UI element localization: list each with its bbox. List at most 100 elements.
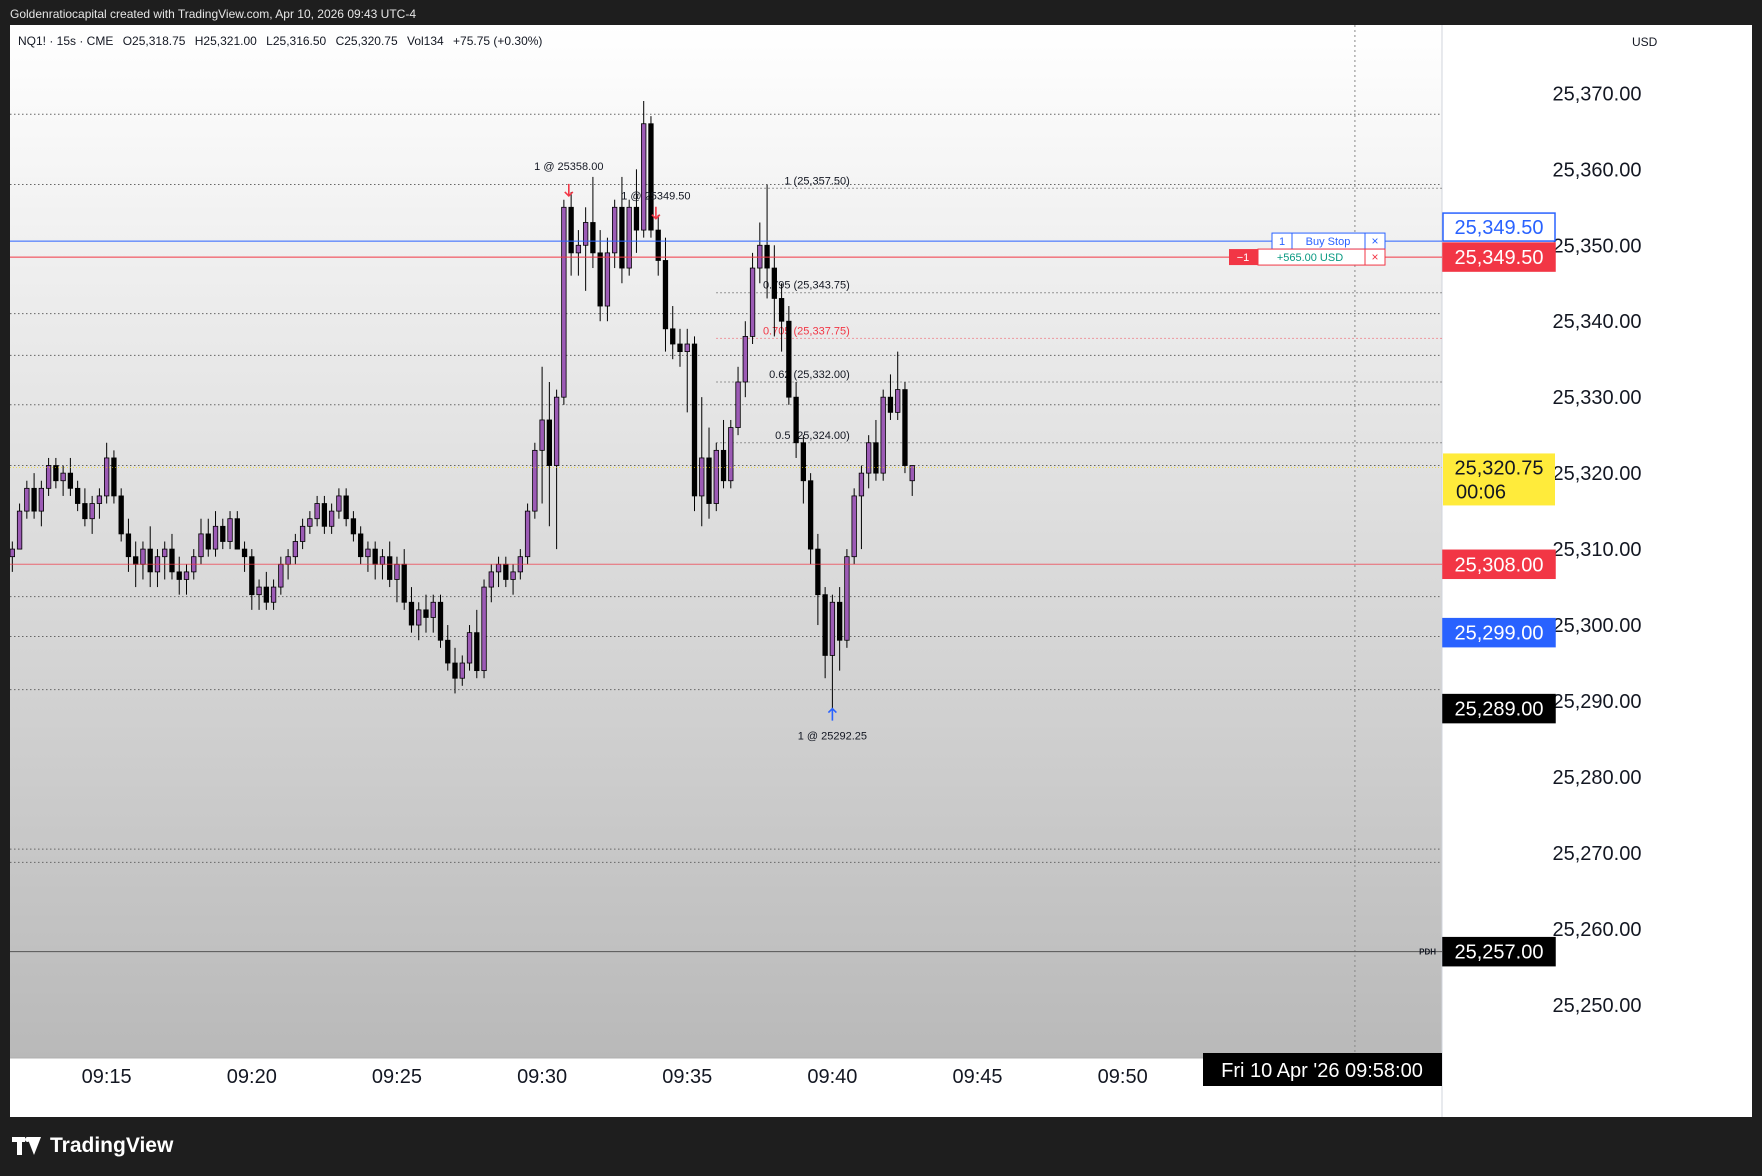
current-price-text: 25,320.75 [1455, 457, 1544, 479]
candle-body [561, 206, 567, 398]
candle-body [807, 480, 814, 550]
price-tick-label: 25,260.00 [1553, 919, 1642, 941]
candle-body [307, 518, 313, 527]
time-tick-label: 09:30 [517, 1066, 567, 1088]
candle-body [858, 472, 865, 497]
candle-body [31, 487, 37, 512]
pdh-price-label[interactable]: 25,257.00 [1442, 936, 1556, 967]
symbol-label[interactable]: NQ1! · 15s · CME [18, 34, 113, 48]
buy-stop-price-label[interactable]: 25,349.50 [1442, 212, 1556, 242]
candle[interactable] [691, 336, 698, 512]
candle-body [162, 548, 168, 558]
high-value: H25,321.00 [194, 34, 257, 48]
candle-body [278, 563, 284, 588]
candle-body [902, 389, 908, 466]
candle[interactable] [524, 503, 531, 565]
candle-body [89, 503, 95, 520]
candle-body [546, 419, 553, 466]
candle-body [844, 556, 850, 641]
candle[interactable] [561, 199, 567, 405]
candle[interactable] [437, 594, 444, 648]
order-type: Buy Stop [1306, 236, 1351, 248]
candle[interactable] [532, 442, 538, 519]
candle-body [459, 662, 465, 679]
candle[interactable] [851, 488, 857, 565]
candle[interactable] [713, 442, 719, 512]
candle-body [60, 472, 66, 482]
time-tick-label: 09:45 [953, 1066, 1003, 1088]
candle-body [873, 442, 879, 474]
candle[interactable] [118, 488, 124, 542]
candle[interactable] [111, 450, 117, 504]
candle-body [836, 601, 843, 641]
candle[interactable] [481, 579, 487, 679]
position-qty: −1 [1237, 252, 1250, 264]
time-tick-label: 09:20 [227, 1066, 277, 1088]
candle-body [256, 586, 262, 596]
candle-body [887, 396, 894, 413]
currency-label[interactable]: USD [1632, 35, 1657, 49]
candle-body [350, 518, 357, 535]
candle-body [445, 639, 451, 664]
candle-body [365, 548, 371, 558]
black-level-price-label[interactable]: 25,289.00 [1442, 693, 1556, 724]
candle-body [597, 252, 603, 307]
candle-body [670, 328, 676, 345]
low-value: L25,316.50 [266, 34, 327, 48]
position-widget[interactable]: −1 +565.00 USD × [1229, 248, 1386, 266]
candle[interactable] [626, 199, 632, 276]
candle-body [604, 252, 611, 307]
position-price-label[interactable]: 25,349.50 [1442, 242, 1556, 272]
candle-body [474, 632, 480, 672]
close-order-icon[interactable]: × [1371, 234, 1378, 248]
candle-body [387, 556, 393, 580]
price-tick-label: 25,320.00 [1553, 463, 1642, 485]
candle-body [866, 442, 872, 474]
price-tick-label: 25,340.00 [1553, 311, 1642, 333]
candle-body [343, 495, 349, 520]
candle-body [125, 533, 132, 558]
candle-body [379, 556, 386, 565]
candle-body [82, 503, 88, 520]
price-chart[interactable]: 1 (25,357.50)0.795 (25,343.75)0.705 (25,… [10, 25, 1752, 1117]
candle-body [677, 343, 683, 353]
price-tick-label: 25,290.00 [1553, 691, 1642, 713]
buy-stop-order-widget[interactable]: 1 Buy Stop × [1271, 232, 1386, 250]
candle-body [735, 381, 741, 428]
candle-body [133, 556, 139, 565]
fib-level-label: 0.705 (25,337.75) [763, 325, 850, 337]
chart-frame[interactable]: 1 (25,357.50) 0.795 (25,343.75) 0.705 (25,… [10, 25, 1752, 1117]
blue-level-price-label[interactable]: 25,299.00 [1442, 617, 1556, 648]
candle[interactable] [648, 116, 654, 238]
candle-body [227, 518, 233, 542]
ohlc-legend: NQ1! · 15s · CME O25,318.75 H25,321.00 L… [18, 34, 548, 48]
position-pnl: +565.00 USD [1277, 252, 1343, 264]
candle-body [488, 571, 494, 588]
chart-caption: Goldenratiocapital created with TradingV… [10, 7, 417, 21]
candle-body [408, 601, 415, 626]
red-level-price-label[interactable]: 25,308.00 [1442, 549, 1556, 580]
candle-body [612, 206, 618, 254]
candle[interactable] [786, 306, 792, 405]
candle-body [430, 601, 436, 618]
candle-body [10, 548, 15, 558]
crosshair-time-label: Fri 10 Apr '26 09:58:00 [1203, 1053, 1442, 1086]
time-tick-label: 09:50 [1098, 1066, 1148, 1088]
candle-body [394, 563, 400, 580]
candle-body [539, 419, 545, 451]
close-position-icon[interactable]: × [1371, 250, 1378, 264]
candle-body [829, 601, 836, 656]
order-qty: 1 [1279, 236, 1285, 248]
candle-body [74, 487, 81, 504]
price-tick-label: 25,270.00 [1553, 843, 1642, 865]
time-tick-label: 09:40 [807, 1066, 857, 1088]
time-tick-label: 09:15 [82, 1066, 132, 1088]
tradingview-logo-icon [12, 1137, 42, 1155]
candle-body [263, 586, 269, 603]
candle[interactable] [728, 419, 734, 489]
candle-body [691, 343, 698, 497]
execution-label: 1 @ 25292.25 [798, 731, 867, 743]
candle[interactable] [902, 381, 908, 474]
current-price-label[interactable]: 25,320.7500:06 [1443, 453, 1555, 506]
candle-body [147, 548, 153, 573]
